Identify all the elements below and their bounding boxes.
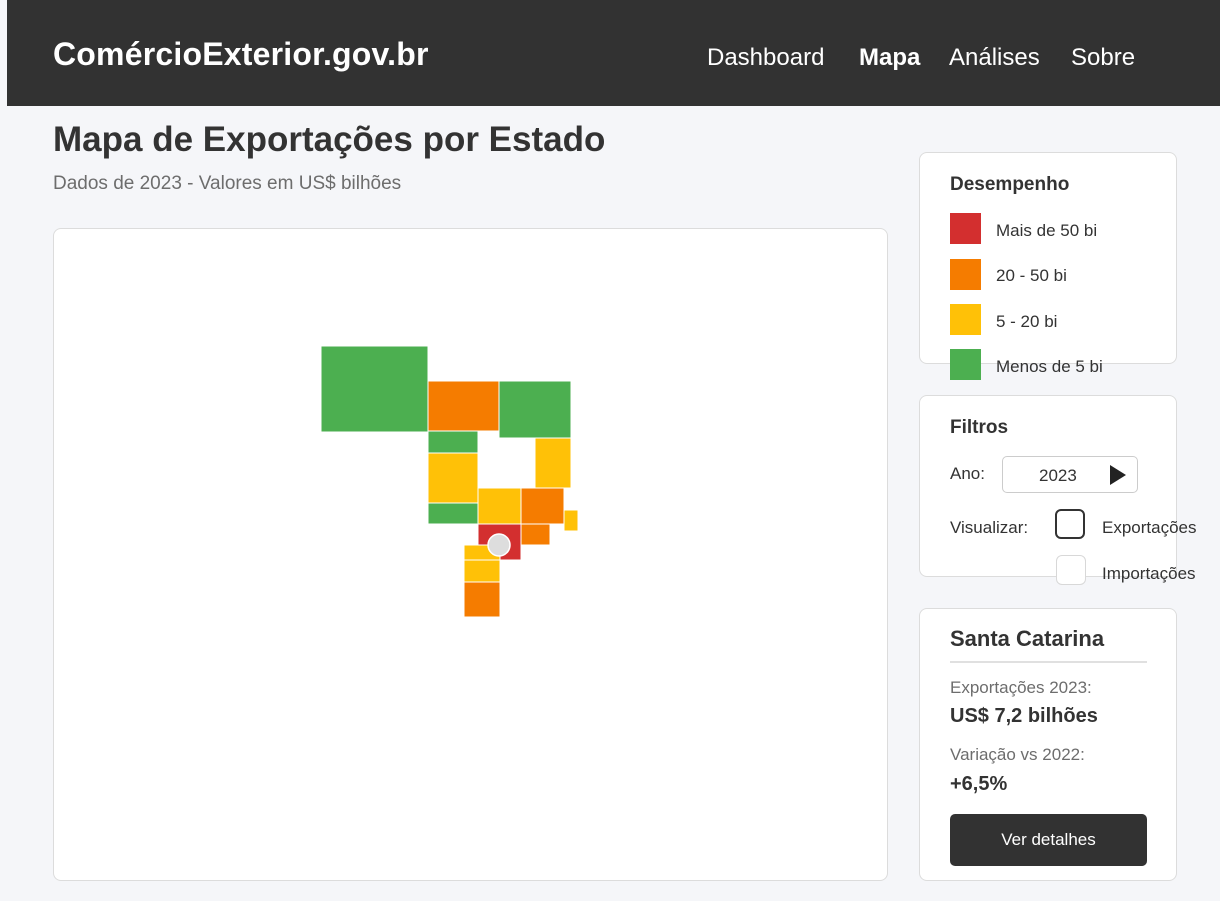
legend-swatch-above-50 [950,213,981,244]
selected-state-marker[interactable] [487,533,511,557]
legend-label-5-20: 5 - 20 bi [996,312,1058,331]
map-card [53,228,888,881]
map-state[interactable] [427,380,500,432]
legend-label-above-50: Mais de 50 bi [996,221,1098,240]
map-state[interactable] [427,502,479,525]
legend-swatch-below-5 [950,349,981,380]
detail-divider [950,661,1147,663]
top-navigation-bar: ComércioExterior.gov.br Dashboard Mapa A… [7,0,1220,106]
exports-checkbox-label[interactable]: Exportações [1102,518,1197,538]
page-subtitle: Dados de 2023 - Valores em US$ bilhões [53,173,402,194]
legend-swatch-5-20 [950,304,981,335]
filters-card: Filtros Ano: 2023 Visualizar: Exportaçõe… [919,395,1197,585]
map-state[interactable] [427,430,479,454]
year-select-value: 2023 [1039,466,1077,485]
imports-checkbox[interactable] [1056,555,1086,585]
legend-label-20-50: 20 - 50 bi [996,266,1067,285]
map-state[interactable] [477,487,522,525]
legend-label-below-5: Menos de 5 bi [996,357,1103,376]
nav-dashboard[interactable]: Dashboard [707,44,824,72]
map-state[interactable] [520,523,551,546]
page-title: Mapa de Exportações por Estado [53,120,606,159]
legend-card: Desempenho Mais de 50 bi 20 - 50 bi 5 - … [919,152,1177,380]
state-details-card: Santa Catarina Exportações 2023: US$ 7,2… [919,608,1177,881]
dropdown-arrow-icon [1110,465,1126,485]
view-label: Visualizar: [950,518,1029,537]
year-label: Ano: [950,464,985,483]
map-state[interactable] [463,581,501,618]
legend-swatch-20-50 [950,259,981,290]
filters-title: Filtros [950,417,1009,438]
selected-state-name: Santa Catarina [950,626,1105,651]
exports-checkbox[interactable] [1055,509,1085,539]
details-button[interactable]: Ver detalhes [950,814,1147,866]
change-label: Variação vs 2022: [950,745,1085,764]
brazil-state-map[interactable] [54,229,889,882]
map-state[interactable] [520,487,565,525]
year-select[interactable]: 2023 [1002,456,1138,493]
map-state[interactable] [498,380,572,439]
map-state[interactable] [320,345,429,433]
map-state[interactable] [563,509,579,532]
map-state[interactable] [463,559,501,583]
site-brand[interactable]: ComércioExterior.gov.br [53,36,429,73]
exports-value: US$ 7,2 bilhões [950,705,1098,727]
exports-label: Exportações 2023: [950,678,1092,697]
legend-title: Desempenho [950,174,1070,195]
map-state[interactable] [427,452,479,504]
nav-analises[interactable]: Análises [949,44,1040,72]
nav-mapa[interactable]: Mapa [859,44,920,72]
nav-sobre[interactable]: Sobre [1071,44,1135,72]
map-state[interactable] [534,437,572,489]
change-value: +6,5% [950,773,1008,795]
imports-checkbox-label[interactable]: Importações [1102,564,1196,584]
